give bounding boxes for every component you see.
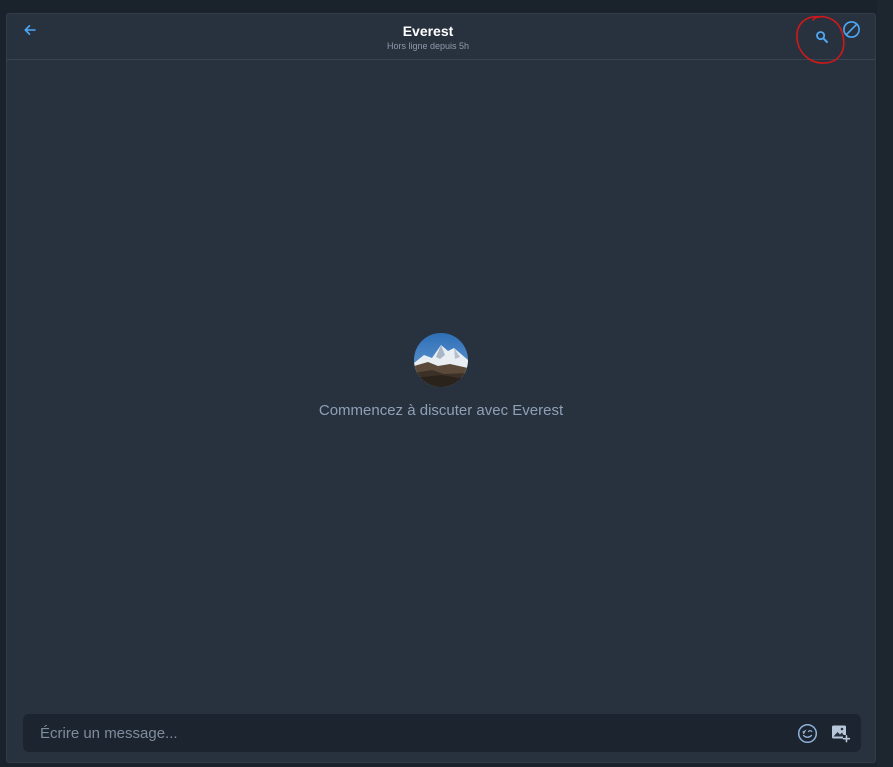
app-window: Everest Hors ligne depuis 5h Commencez à… [0, 0, 893, 767]
add-image-icon [831, 725, 850, 742]
chat-panel: Everest Hors ligne depuis 5h Commencez à… [6, 13, 876, 763]
emoji-button[interactable] [796, 722, 818, 744]
chat-title: Everest [402, 23, 454, 39]
block-button[interactable] [841, 19, 861, 39]
search-icon [816, 31, 828, 43]
search-button[interactable] [813, 28, 831, 46]
presence-status: Hors ligne depuis 5h [386, 41, 470, 51]
contact-avatar [414, 333, 468, 387]
top-strip [0, 0, 893, 12]
empty-state-message: Commencez à discuter avec Everest [318, 402, 564, 419]
emoji-icon [797, 723, 817, 743]
block-icon [842, 20, 860, 38]
message-input[interactable] [23, 714, 783, 752]
add-image-button[interactable] [829, 722, 851, 744]
message-composer [23, 714, 861, 752]
window-edge [877, 0, 893, 767]
chat-title-block: Everest Hors ligne depuis 5h [7, 23, 849, 52]
chat-header: Everest Hors ligne depuis 5h [7, 14, 875, 64]
empty-conversation: Commencez à discuter avec Everest [7, 333, 875, 420]
everest-avatar [414, 333, 468, 387]
